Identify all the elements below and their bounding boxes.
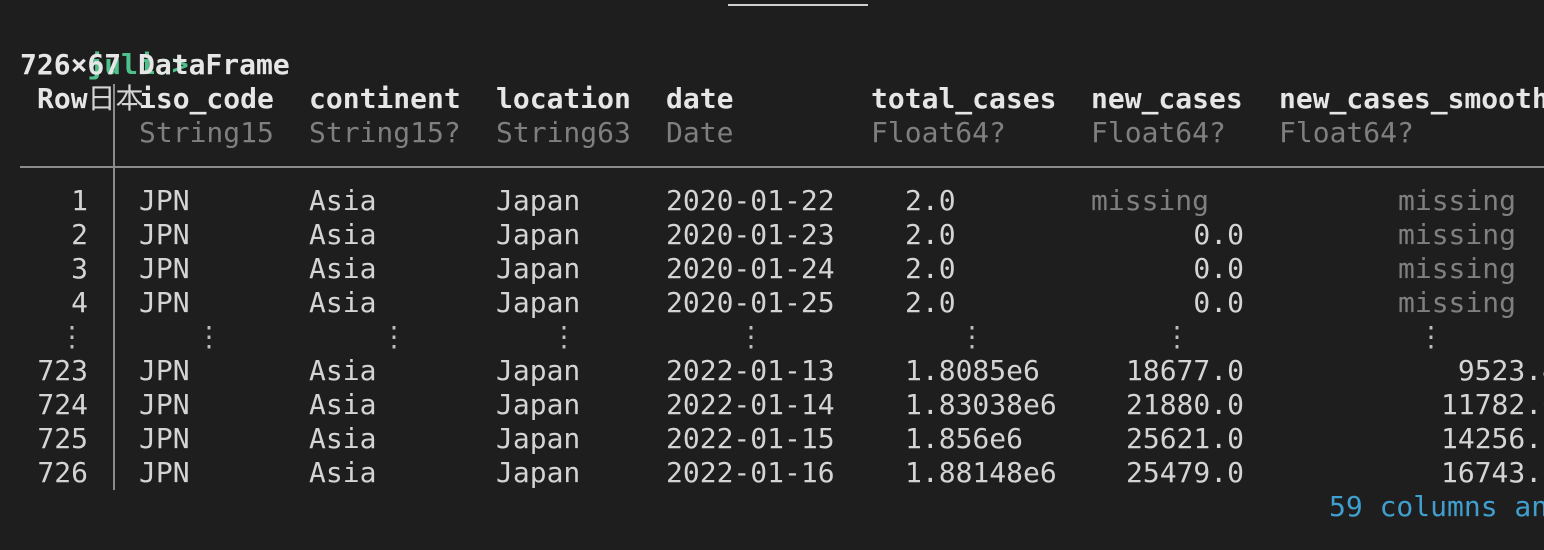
cell-iso-code: JPN [139, 422, 190, 455]
cell-date: 2022-01-16 [666, 456, 835, 489]
active-tab-indicator [728, 4, 868, 6]
cell-new-cases-smoothed: 11782.0 [1440, 388, 1544, 421]
column-header-location: location [496, 82, 631, 115]
ellipsis-marker: ⋮ [550, 320, 578, 353]
row-separator-line [113, 84, 115, 490]
cell-date: 2022-01-15 [666, 422, 835, 455]
cell-iso-code: JPN [139, 354, 190, 387]
cell-date: 2020-01-22 [666, 184, 835, 217]
cell-date: 2020-01-23 [666, 218, 835, 251]
cell-new-cases-smoothed: 14256.1 [1440, 422, 1544, 455]
ellipsis-marker: ⋮ [195, 320, 223, 353]
row-number: 3 [71, 252, 88, 285]
column-type-new-cases: Float64? [1091, 116, 1226, 149]
cell-iso-code: JPN [139, 286, 190, 319]
cell-continent: Asia [309, 218, 377, 251]
cell-total-cases: 1.83038e6 [905, 388, 1057, 421]
cell-total-cases: 2.0 [905, 252, 956, 285]
cell-new-cases: 0.0 [1193, 286, 1244, 319]
cell-location: Japan [496, 184, 581, 217]
row-number: 4 [71, 286, 88, 319]
column-type-continent: String15? [309, 116, 461, 149]
cell-continent: Asia [309, 388, 377, 421]
cell-new-cases-smoothed: missing [1397, 252, 1516, 285]
column-header-total-cases: total_cases [871, 82, 1057, 115]
cell-date: 2022-01-13 [666, 354, 835, 387]
cell-date: 2020-01-25 [666, 286, 835, 319]
column-header-iso-code: iso_code [139, 82, 274, 115]
ellipsis-marker: ⋮ [737, 320, 765, 353]
row-header: Row [37, 82, 88, 115]
cell-new-cases-smoothed: 16743.0 [1440, 456, 1544, 489]
cell-new-cases: 25479.0 [1125, 456, 1244, 489]
terminal[interactable]: julia> 日本 726×67 DataFrame Row iso_code S… [0, 0, 1544, 550]
cell-continent: Asia [309, 456, 377, 489]
cell-continent: Asia [309, 286, 377, 319]
cell-new-cases-smoothed: missing [1397, 218, 1516, 251]
cell-location: Japan [496, 456, 581, 489]
cell-continent: Asia [309, 422, 377, 455]
cell-total-cases: 1.856e6 [905, 422, 1024, 455]
cell-iso-code: JPN [139, 218, 190, 251]
cell-new-cases: 0.0 [1193, 218, 1244, 251]
cell-total-cases: 1.8085e6 [905, 354, 1040, 387]
column-type-total-cases: Float64? [871, 116, 1006, 149]
cell-new-cases-smoothed: missing [1397, 286, 1516, 319]
cell-location: Japan [496, 422, 581, 455]
row-number: 724 [37, 388, 88, 421]
column-header-continent: continent [309, 82, 461, 115]
header-separator-line [20, 166, 1544, 168]
cell-new-cases: 21880.0 [1125, 388, 1244, 421]
cell-total-cases: 2.0 [905, 218, 956, 251]
row-number: 2 [71, 218, 88, 251]
cell-new-cases-smoothed: 9523.4 [1457, 354, 1544, 387]
ellipsis-marker: ⋮ [958, 320, 986, 353]
ellipsis-marker: ⋮ [58, 320, 86, 353]
row-number: 723 [37, 354, 88, 387]
cell-total-cases: 1.88148e6 [905, 456, 1057, 489]
cell-location: Japan [496, 218, 581, 251]
ellipsis-marker: ⋮ [1163, 320, 1191, 353]
column-type-date: Date [666, 116, 734, 149]
cell-new-cases: 18677.0 [1125, 354, 1244, 387]
cell-iso-code: JPN [139, 252, 190, 285]
columns-omitted-note: 59 columns an [1329, 490, 1544, 523]
cell-date: 2020-01-24 [666, 252, 835, 285]
cell-new-cases: 25621.0 [1125, 422, 1244, 455]
cell-total-cases: 2.0 [905, 286, 956, 319]
dataframe-summary: 726×67 DataFrame [20, 48, 290, 81]
ellipsis-marker: ⋮ [380, 320, 408, 353]
row-number: 1 [71, 184, 88, 217]
cell-new-cases-smoothed: missing [1397, 184, 1516, 217]
cell-iso-code: JPN [139, 388, 190, 421]
column-type-location: String63 [496, 116, 631, 149]
repl-input: 日本 [87, 82, 144, 115]
column-header-new-cases-smoothed: new_cases_smooth [1279, 82, 1544, 115]
column-type-iso-code: String15 [139, 116, 274, 149]
row-number: 725 [37, 422, 88, 455]
cell-iso-code: JPN [139, 456, 190, 489]
cell-location: Japan [496, 252, 581, 285]
column-header-date: date [666, 82, 734, 115]
ellipsis-marker: ⋮ [1417, 320, 1445, 353]
row-number: 726 [37, 456, 88, 489]
cell-location: Japan [496, 354, 581, 387]
cell-new-cases: missing [1091, 184, 1210, 217]
cell-continent: Asia [309, 184, 377, 217]
cell-continent: Asia [309, 252, 377, 285]
column-type-new-cases-smoothed: Float64? [1279, 116, 1414, 149]
column-header-new-cases: new_cases [1091, 82, 1243, 115]
cell-new-cases: 0.0 [1193, 252, 1244, 285]
cell-total-cases: 2.0 [905, 184, 956, 217]
cell-location: Japan [496, 388, 581, 421]
cell-continent: Asia [309, 354, 377, 387]
cell-iso-code: JPN [139, 184, 190, 217]
cell-location: Japan [496, 286, 581, 319]
cell-date: 2022-01-14 [666, 388, 835, 421]
